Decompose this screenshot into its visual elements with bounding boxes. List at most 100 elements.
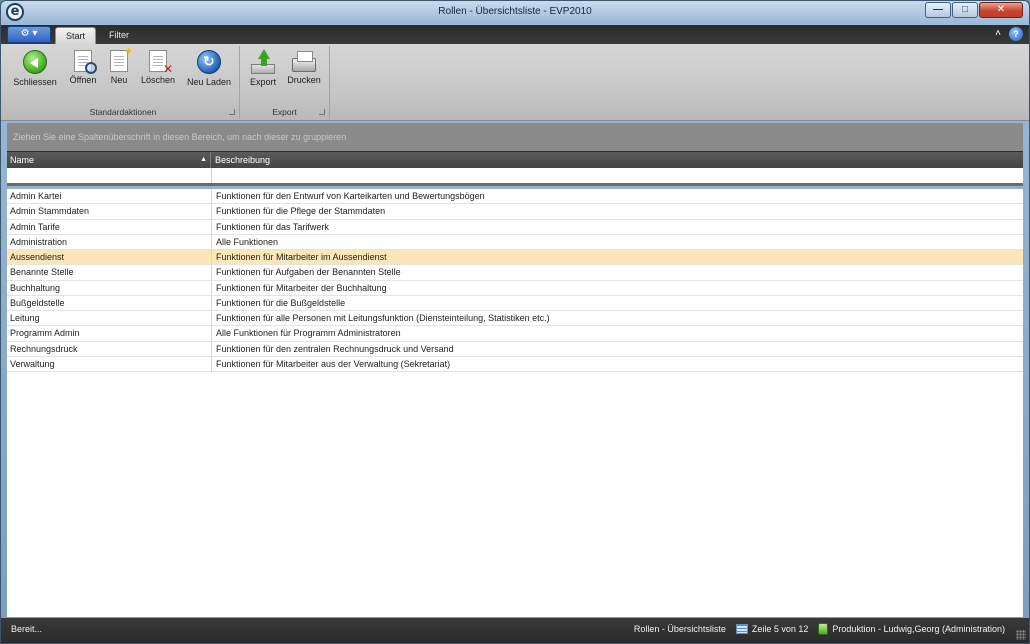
resize-grip[interactable] [1016, 630, 1026, 640]
column-divider [211, 311, 212, 326]
dialog-launcher-icon[interactable] [319, 109, 325, 115]
drucken-label: Drucken [287, 75, 321, 85]
back-icon [23, 50, 47, 74]
cell-name[interactable]: Aussendienst [10, 250, 210, 264]
column-divider [211, 280, 212, 296]
neu-label: Neu [110, 75, 128, 85]
minimize-button[interactable]: — [925, 2, 951, 18]
cell-beschreibung[interactable]: Funktionen für Aufgaben der Benannten St… [216, 265, 1016, 279]
table-row[interactable]: Admin Stammdaten Funktionen für die Pfleg… [7, 204, 1023, 220]
help-icon[interactable]: ? [1009, 27, 1023, 41]
neu-laden-button[interactable]: Neu Laden [183, 48, 235, 92]
table-row[interactable]: Buchhaltung Funktionen für Mitarbeiter de… [7, 280, 1023, 296]
cell-name[interactable]: Verwaltung [10, 357, 210, 371]
cell-beschreibung[interactable]: Funktionen für Mitarbeiter der Buchhaltu… [216, 281, 1016, 295]
grid-header: Name ▲ Beschreibung [7, 151, 1023, 169]
status-right: Rollen - Übersichtsliste Zeile 5 von 12 … [624, 623, 1005, 635]
application-window: e Rollen - Übersichtsliste - EVP2010 — □… [0, 0, 1030, 644]
close-window-button[interactable]: ✕ [979, 2, 1023, 18]
table-row[interactable]: Administration Alle Funktionen [7, 234, 1023, 250]
oeffnen-button[interactable]: Öffnen [63, 48, 103, 92]
schliessen-label: Schliessen [13, 77, 57, 87]
column-divider [211, 356, 212, 372]
column-divider [211, 234, 212, 250]
cell-beschreibung[interactable]: Funktionen für den zentralen Rechnungsdr… [216, 342, 1016, 356]
status-row-position: Zeile 5 von 12 [735, 624, 809, 634]
column-header-name[interactable]: Name ▲ [7, 152, 211, 169]
export-label: Export [249, 77, 276, 87]
window-title: Rollen - Übersichtsliste - EVP2010 [438, 6, 592, 17]
column-divider [211, 168, 212, 183]
cell-beschreibung[interactable]: Funktionen für die Pflege der Stammdaten [216, 204, 1016, 218]
application-menu-button[interactable]: ⚙ ▾ [7, 26, 51, 43]
export-icon [251, 49, 275, 74]
column-header-name-label: Name [10, 155, 35, 165]
cell-beschreibung[interactable]: Funktionen für alle Personen mit Leitung… [216, 311, 1016, 325]
cell-beschreibung[interactable]: Alle Funktionen [216, 235, 1016, 249]
cell-name[interactable]: Bußgeldstelle [10, 296, 210, 310]
column-divider [211, 265, 212, 281]
cell-name[interactable]: Administration [10, 235, 210, 249]
schliessen-button[interactable]: Schliessen [11, 48, 59, 92]
table-row[interactable]: Benannte Stelle Funktionen für Aufgaben d… [7, 265, 1023, 281]
cell-beschreibung[interactable]: Funktionen für den Entwurf von Karteikar… [216, 189, 1016, 203]
new-document-icon [110, 45, 133, 72]
dialog-launcher-icon[interactable] [229, 109, 235, 115]
table-row[interactable]: Aussendienst Funktionen für Mitarbeiter i… [7, 250, 1023, 266]
ribbon-collapse-icon[interactable]: ˄ [995, 28, 1001, 39]
cell-name[interactable]: Benannte Stelle [10, 265, 210, 279]
cell-name[interactable]: Admin Kartei [10, 189, 210, 203]
neu-laden-label: Neu Laden [186, 77, 232, 87]
table-row[interactable]: Programm Admin Alle Funktionen für Progra… [7, 326, 1023, 342]
cell-name[interactable]: Programm Admin [10, 326, 210, 340]
loeschen-label: Löschen [140, 75, 176, 85]
sort-ascending-icon: ▲ [200, 156, 207, 163]
loeschen-button[interactable]: Löschen [137, 48, 179, 92]
column-divider [211, 204, 212, 220]
table-row[interactable]: Admin Tarife Funktionen für das Tarifwerk [7, 219, 1023, 235]
tab-start[interactable]: Start [55, 27, 97, 44]
column-divider [211, 295, 212, 311]
tab-filter[interactable]: Filter [99, 27, 139, 44]
ribbon-group-standardaktionen: Schliessen Öffnen Neu Löschen Neu Laden … [7, 45, 240, 119]
grid-icon [735, 624, 748, 634]
cell-beschreibung[interactable]: Funktionen für Mitarbeiter im Aussendien… [216, 250, 1016, 264]
status-connection: Produktion - Ludwig,Georg (Administratio… [818, 623, 1005, 635]
ribbon: Schliessen Öffnen Neu Löschen Neu Laden … [1, 44, 1029, 121]
column-divider [211, 341, 212, 357]
oeffnen-label: Öffnen [69, 75, 97, 85]
cell-name[interactable]: Leitung [10, 311, 210, 325]
table-row[interactable]: Leitung Funktionen für alle Personen mit … [7, 311, 1023, 327]
table-row[interactable]: Bußgeldstelle Funktionen für die Bußgelds… [7, 295, 1023, 311]
column-header-beschreibung[interactable]: Beschreibung [211, 152, 1023, 169]
reload-icon [197, 50, 221, 74]
export-button[interactable]: Export [244, 48, 282, 92]
table-row[interactable]: Admin Kartei Funktionen für den Entwurf v… [7, 189, 1023, 205]
column-divider [211, 250, 212, 265]
group-by-panel[interactable]: Ziehen Sie eine Spaltenüberschrift in di… [7, 123, 1023, 151]
cell-beschreibung[interactable]: Alle Funktionen für Programm Administrat… [216, 326, 1016, 340]
open-document-icon [74, 50, 97, 74]
neu-button[interactable]: Neu [105, 45, 133, 92]
column-divider [211, 326, 212, 342]
row-position-text: Zeile 5 von 12 [751, 624, 809, 634]
cell-name[interactable]: Admin Tarife [10, 220, 210, 234]
table-row[interactable]: Verwaltung Funktionen für Mitarbeiter aus… [7, 356, 1023, 372]
status-bar: Bereit... Rollen - Übersichtsliste Zeile… [1, 618, 1029, 643]
database-icon [818, 623, 829, 635]
column-divider [211, 219, 212, 235]
cell-beschreibung[interactable]: Funktionen für Mitarbeiter aus der Verwa… [216, 357, 1016, 371]
maximize-button[interactable]: □ [952, 2, 978, 18]
ribbon-tab-strip: ⚙ ▾ Start Filter ˄ ? [1, 25, 1029, 44]
filter-row[interactable] [7, 168, 1023, 186]
group-label-export: Export [272, 107, 297, 117]
table-row[interactable]: Rechnungsdruck Funktionen für den zentral… [7, 341, 1023, 357]
cell-name[interactable]: Buchhaltung [10, 281, 210, 295]
status-ready-text: Bereit... [11, 624, 43, 634]
print-icon [292, 51, 316, 72]
drucken-button[interactable]: Drucken [284, 48, 324, 92]
cell-name[interactable]: Admin Stammdaten [10, 204, 210, 218]
cell-beschreibung[interactable]: Funktionen für die Bußgeldstelle [216, 296, 1016, 310]
cell-name[interactable]: Rechnungsdruck [10, 342, 210, 356]
cell-beschreibung[interactable]: Funktionen für das Tarifwerk [216, 220, 1016, 234]
